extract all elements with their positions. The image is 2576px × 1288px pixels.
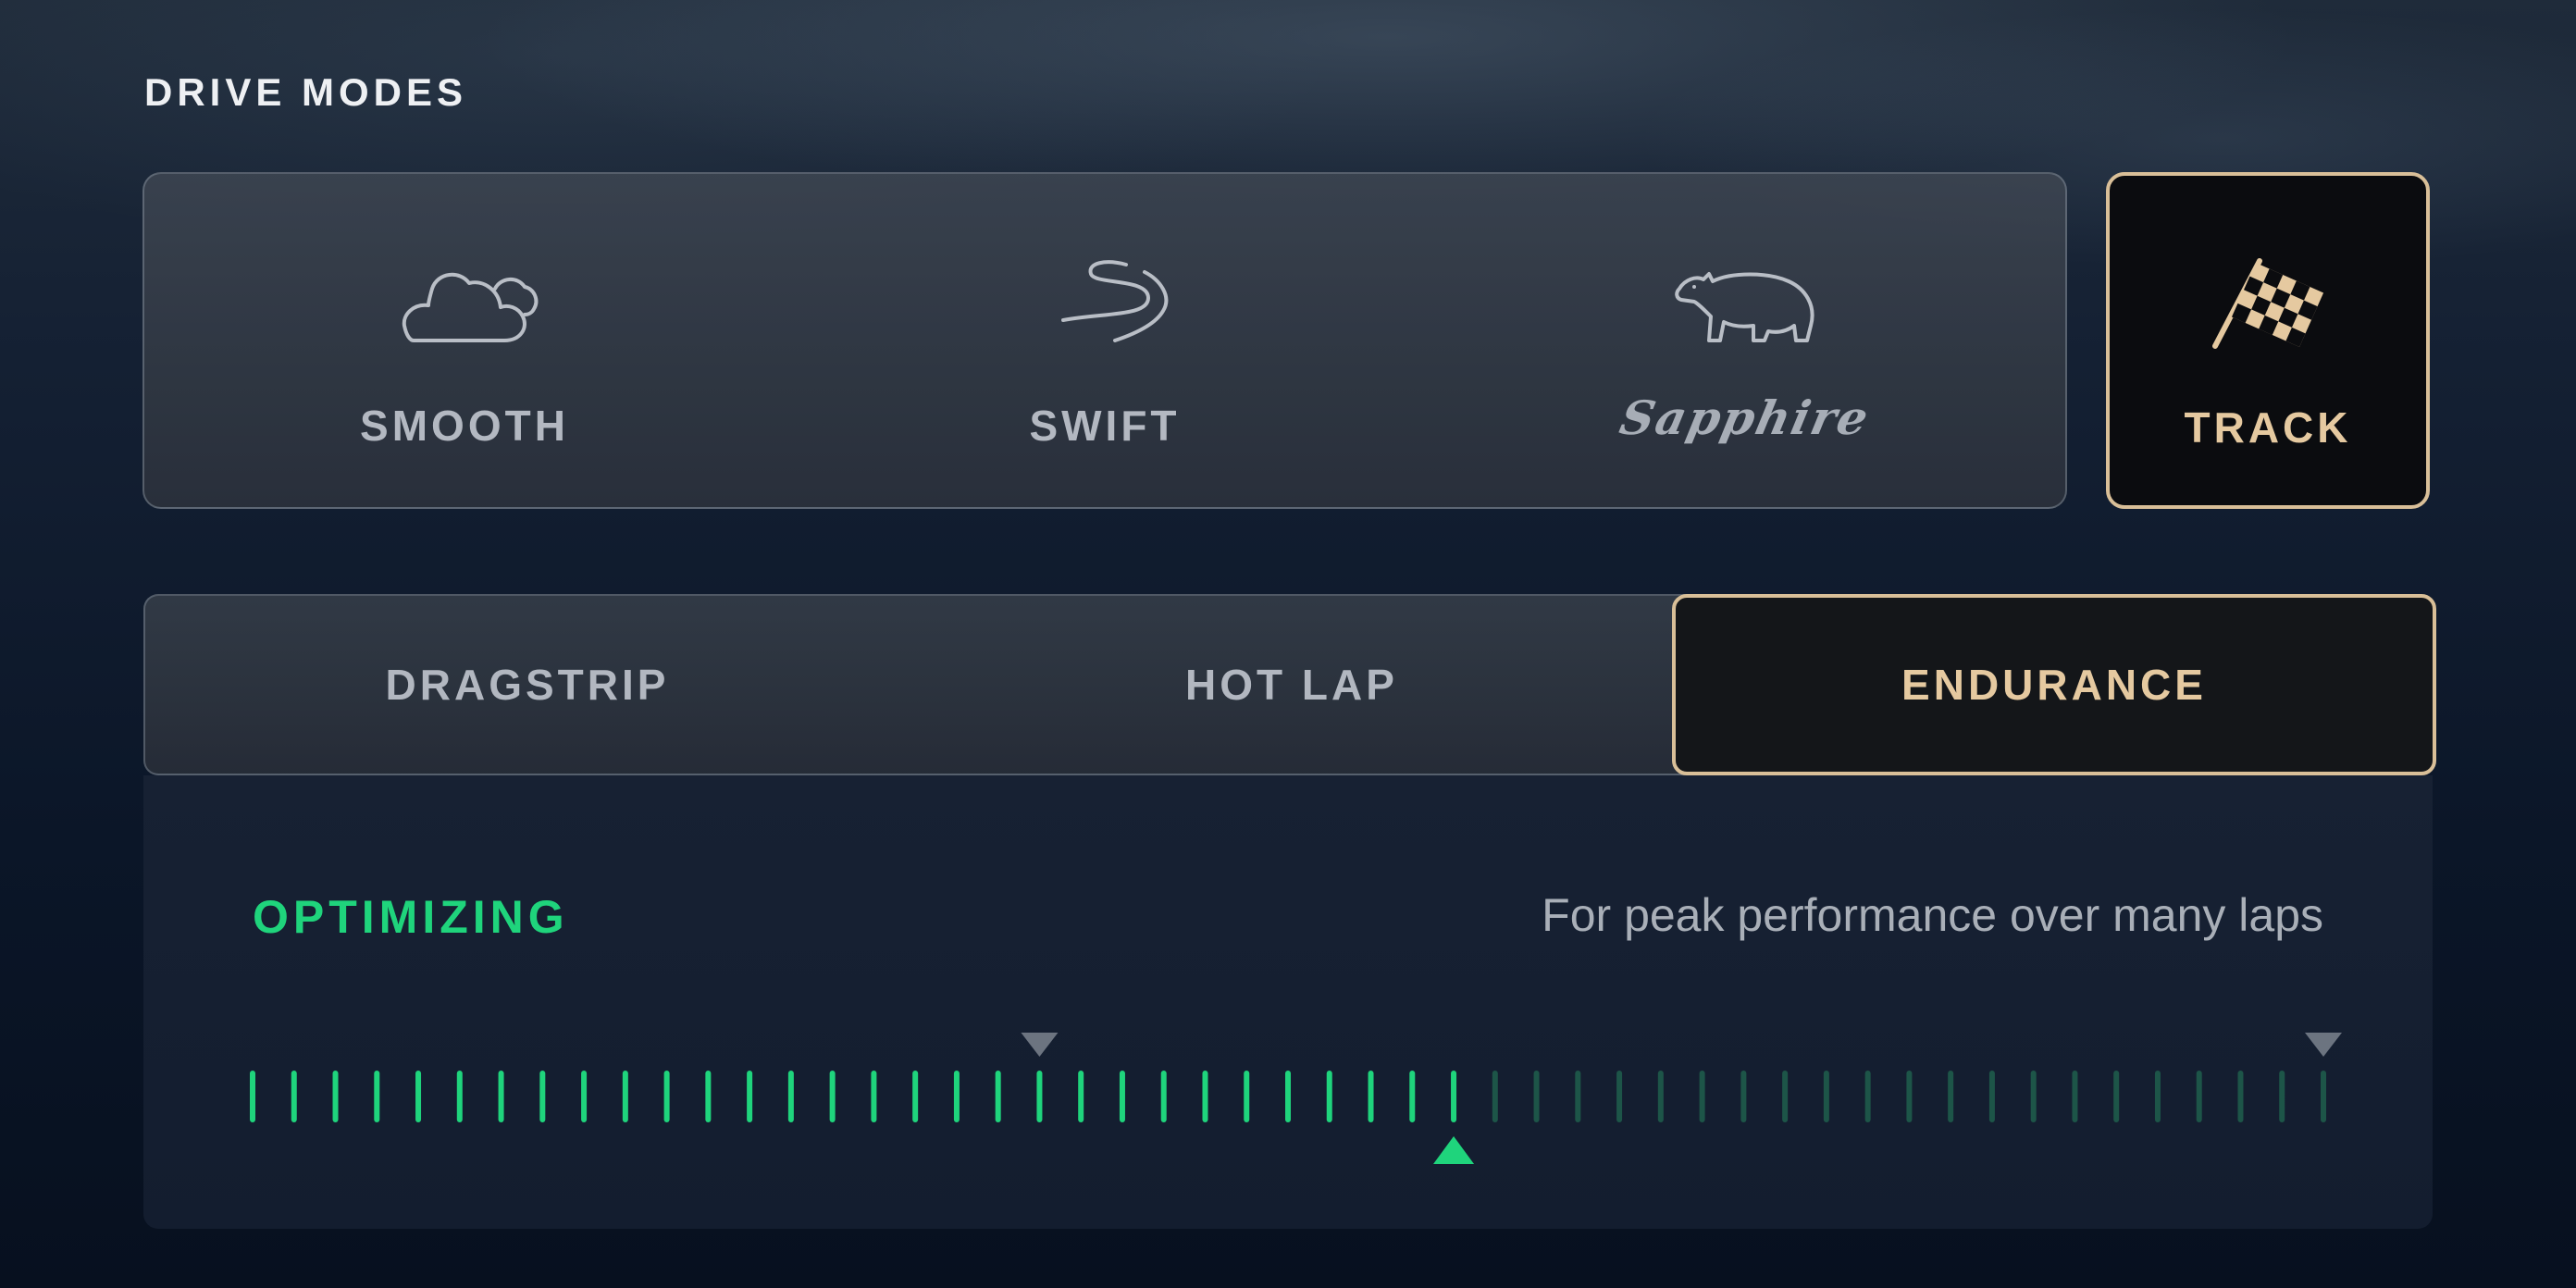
winding-road-icon <box>1061 260 1169 342</box>
status-panel: OPTIMIZING For peak performance over man… <box>143 775 2433 1229</box>
mode-label: SMOOTH <box>360 402 569 450</box>
sapphire-wordmark: Sapphire <box>1615 390 1876 445</box>
mode-sapphire[interactable]: Sapphire <box>1425 174 2065 507</box>
tab-endurance[interactable]: ENDURANCE <box>1672 594 2436 775</box>
section-title: DRIVE MODES <box>144 70 468 114</box>
bear-icon <box>1675 272 1814 342</box>
mode-track[interactable]: TRACK <box>2106 172 2430 509</box>
tab-hot-lap[interactable]: HOT LAP <box>910 596 1674 774</box>
mode-smooth[interactable]: SMOOTH <box>144 174 785 507</box>
gauge-marker-icon <box>1021 1033 1059 1057</box>
gauge-marker-icon <box>2305 1033 2342 1057</box>
track-submodes: DRAGSTRIP HOT LAP ENDURANCE <box>143 594 2436 775</box>
progress-gauge <box>250 1033 2342 1164</box>
checkered-flag-icon <box>2212 258 2324 349</box>
cloud-icon <box>402 273 539 342</box>
gauge-pointer-icon <box>1433 1136 1475 1164</box>
tab-dragstrip[interactable]: DRAGSTRIP <box>145 596 910 774</box>
track-label: TRACK <box>2184 403 2352 452</box>
mode-swift[interactable]: SWIFT <box>785 174 1425 507</box>
drive-modes-group: SMOOTH SWIFT Sapphire <box>142 172 2067 509</box>
mode-label: SWIFT <box>1029 402 1181 450</box>
